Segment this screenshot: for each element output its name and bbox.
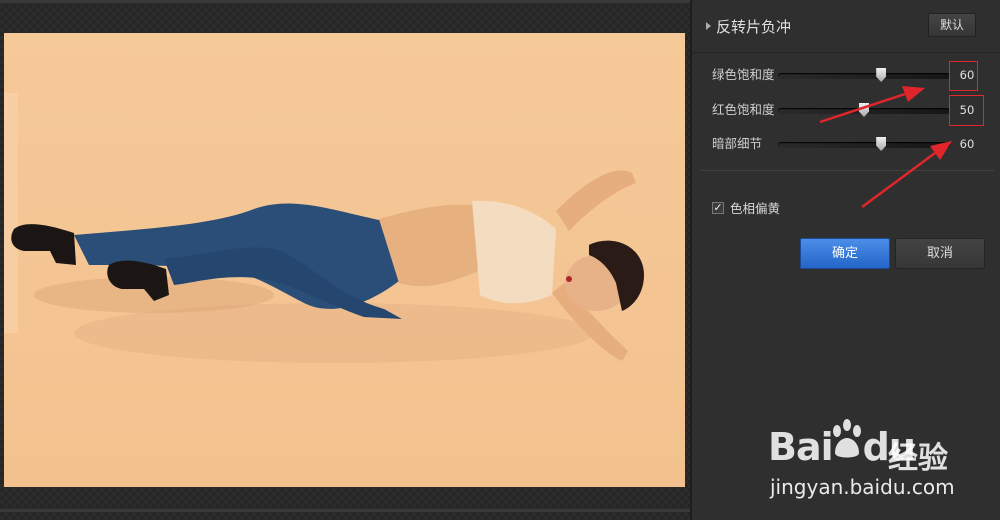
slider-red-saturation: 红色饱和度 50 <box>712 101 992 121</box>
yellow-hue-checkbox[interactable]: ✓ <box>712 202 724 214</box>
slider-thumb[interactable] <box>876 137 887 151</box>
preview-photo <box>4 33 685 487</box>
canvas-top-border <box>0 0 690 3</box>
panel-header: 反转片负冲 默认 <box>692 0 1000 53</box>
yellow-hue-label: 色相偏黄 <box>730 201 781 216</box>
panel-divider <box>700 170 994 171</box>
photo-illustration <box>4 93 644 363</box>
default-button[interactable]: 默认 <box>928 13 976 37</box>
collapse-triangle-icon[interactable] <box>706 22 711 30</box>
slider-track[interactable] <box>778 103 950 117</box>
slider-track[interactable] <box>778 137 950 151</box>
cancel-button[interactable]: 取消 <box>895 238 985 269</box>
baidu-jingyan-watermark: Bai du 经验 jingyan.baidu.com <box>768 419 993 510</box>
slider-green-saturation: 绿色饱和度 60 <box>712 66 992 86</box>
confirm-button[interactable]: 确定 <box>800 238 890 269</box>
canvas-area <box>0 0 690 520</box>
slider-label: 红色饱和度 <box>712 102 775 117</box>
canvas-bottom-border <box>0 509 690 512</box>
watermark-brand-cn: 经验 <box>888 441 948 476</box>
slider-value[interactable]: 60 <box>950 135 984 153</box>
slider-value[interactable]: 50 <box>950 101 984 119</box>
slider-track[interactable] <box>778 68 950 82</box>
paw-icon <box>833 419 861 458</box>
slider-label: 暗部细节 <box>712 136 763 151</box>
slider-value[interactable]: 60 <box>950 66 984 84</box>
panel-title: 反转片负冲 <box>716 18 792 36</box>
watermark-brand-left: Bai <box>768 425 834 469</box>
slider-label: 绿色饱和度 <box>712 67 775 82</box>
slider-thumb[interactable] <box>859 103 869 117</box>
slider-shadow-detail: 暗部细节 60 <box>712 135 992 155</box>
slider-thumb[interactable] <box>876 68 887 82</box>
watermark-url: jingyan.baidu.com <box>770 475 955 499</box>
